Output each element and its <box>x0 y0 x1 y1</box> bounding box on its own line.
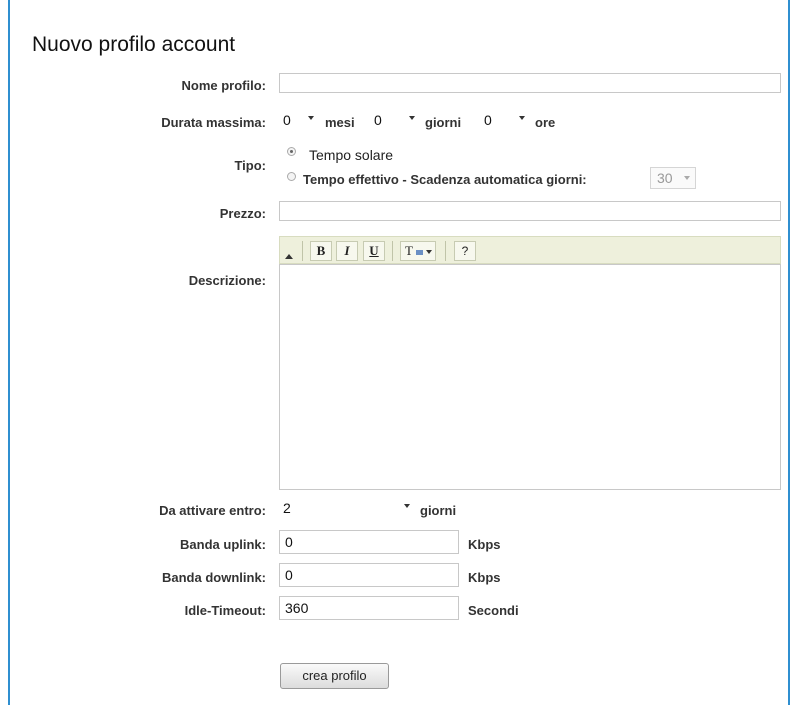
tipo-tempo-solare-radio[interactable] <box>287 147 296 156</box>
italic-button[interactable]: I <box>336 241 358 261</box>
crea-profilo-button[interactable]: crea profilo <box>280 663 389 689</box>
chevron-down-icon <box>519 116 525 120</box>
color-swatch-icon <box>415 249 423 255</box>
chevron-down-icon <box>684 176 690 180</box>
descrizione-label: Descrizione: <box>188 273 266 288</box>
downlink-unit: Kbps <box>468 570 501 585</box>
durata-giorni-select[interactable]: 0 <box>371 110 419 132</box>
toolbar-separator <box>392 241 393 261</box>
toolbar-collapse-icon[interactable] <box>285 254 293 259</box>
chevron-down-icon <box>308 116 314 120</box>
durata-ore-select[interactable]: 0 <box>481 110 529 132</box>
attivazione-label: Da attivare entro: <box>159 503 266 518</box>
nome-profilo-label: Nome profilo: <box>181 78 267 93</box>
editor-toolbar: B I U T ? <box>279 236 781 264</box>
durata-mesi-select[interactable]: 0 <box>280 110 318 132</box>
scadenza-giorni-select[interactable]: 30 <box>650 167 696 189</box>
help-button[interactable]: ? <box>454 241 476 261</box>
attivazione-value: 2 <box>283 500 291 516</box>
durata-ore-unit: ore <box>535 115 556 130</box>
tipo-tempo-solare-label: Tempo solare <box>309 147 394 163</box>
attivazione-select[interactable]: 2 <box>280 498 414 520</box>
uplink-label: Banda uplink: <box>180 537 266 552</box>
durata-giorni-unit: giorni <box>425 115 462 130</box>
idle-timeout-input[interactable] <box>279 596 459 620</box>
tipo-tempo-effettivo-radio[interactable] <box>287 172 296 181</box>
attivazione-unit: giorni <box>420 503 457 518</box>
toolbar-separator <box>445 241 446 261</box>
durata-ore-value: 0 <box>484 112 492 128</box>
durata-massima-label: Durata massima: <box>161 115 266 130</box>
underline-button[interactable]: U <box>363 241 385 261</box>
uplink-unit: Kbps <box>468 537 501 552</box>
durata-mesi-value: 0 <box>283 112 291 128</box>
durata-mesi-unit: mesi <box>325 115 355 130</box>
durata-giorni-value: 0 <box>374 112 382 128</box>
font-color-button[interactable]: T <box>400 241 436 261</box>
tipo-tempo-effettivo-label: Tempo effettivo - Scadenza automatica gi… <box>303 172 587 187</box>
chevron-down-icon <box>426 250 433 255</box>
downlink-input[interactable] <box>279 563 459 587</box>
prezzo-label: Prezzo: <box>219 206 266 221</box>
tipo-label: Tipo: <box>234 158 266 173</box>
page-title: Nuovo profilo account <box>32 33 236 56</box>
scadenza-giorni-value: 30 <box>657 170 673 186</box>
chevron-down-icon <box>409 116 415 120</box>
window-border-right <box>788 0 790 705</box>
window-border-left <box>8 0 10 705</box>
nome-profilo-input[interactable] <box>279 73 781 93</box>
idle-timeout-label: Idle-Timeout: <box>184 603 266 618</box>
descrizione-editor[interactable] <box>279 264 781 490</box>
prezzo-input[interactable] <box>279 201 781 221</box>
toolbar-separator <box>302 241 303 261</box>
idle-timeout-unit: Secondi <box>468 603 519 618</box>
bold-button[interactable]: B <box>310 241 332 261</box>
downlink-label: Banda downlink: <box>162 570 266 585</box>
chevron-down-icon <box>404 504 410 508</box>
font-color-icon: T <box>405 243 413 258</box>
uplink-input[interactable] <box>279 530 459 554</box>
